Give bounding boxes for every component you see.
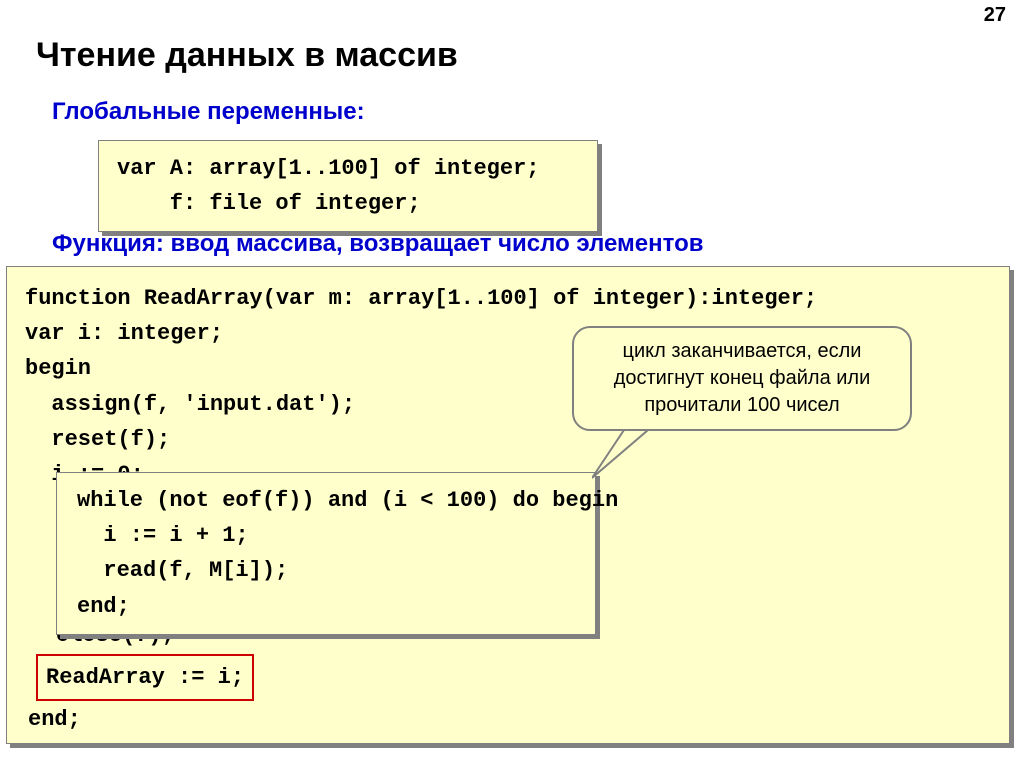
code-result-text: ReadArray := i; [46,660,244,695]
codebox-globals: var A: array[1..100] of integer; f: file… [98,140,598,232]
code-inner-text: while (not eof(f)) and (i < 100) do begi… [77,483,575,624]
codebox-inner-loop: while (not eof(f)) and (i < 100) do begi… [56,472,596,635]
page-number: 27 [984,4,1006,27]
subtitle-function: Функция: ввод массива, возвращает число … [52,230,703,258]
callout-text: цикл заканчивается, если достигнут конец… [614,340,871,416]
result-highlight: ReadArray := i; [36,654,254,701]
code-globals-text: var A: array[1..100] of integer; f: file… [117,151,579,221]
slide-title: Чтение данных в массив [36,36,458,75]
callout-bubble: цикл заканчивается, если достигнут конец… [572,326,912,431]
subtitle-globals: Глобальные переменные: [52,98,365,126]
code-end-line: end; [28,702,81,737]
